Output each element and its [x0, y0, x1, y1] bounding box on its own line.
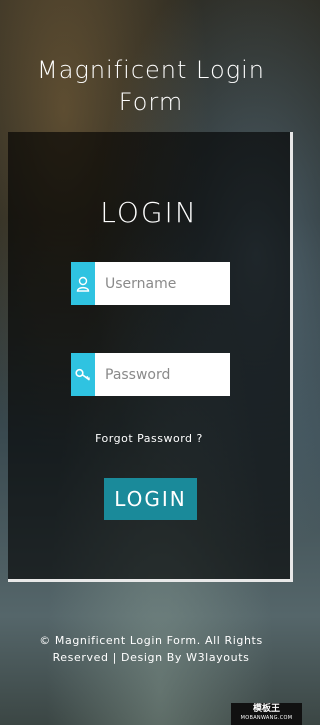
- password-input[interactable]: [95, 353, 230, 396]
- key-icon: [71, 353, 95, 396]
- watermark-main: 模板王: [252, 704, 280, 714]
- username-input[interactable]: [95, 262, 230, 305]
- password-field: [71, 353, 230, 396]
- user-icon: [71, 262, 95, 305]
- page-title: Magnificent Login Form: [37, 56, 265, 117]
- login-card: LOGIN Forgot Password ? LOGIN: [8, 132, 293, 582]
- footer-link-w3layouts[interactable]: W3layouts: [186, 651, 249, 664]
- watermark-logo: 模板王 MOBANWANG.COM: [231, 703, 302, 725]
- login-button[interactable]: LOGIN: [104, 478, 197, 520]
- login-heading: LOGIN: [100, 196, 198, 229]
- footer: © Magnificent Login Form. All Rights Res…: [20, 632, 282, 666]
- username-field: [71, 262, 230, 305]
- watermark-sub: MOBANWANG.COM: [240, 715, 293, 721]
- forgot-password-link[interactable]: Forgot Password ?: [8, 432, 290, 445]
